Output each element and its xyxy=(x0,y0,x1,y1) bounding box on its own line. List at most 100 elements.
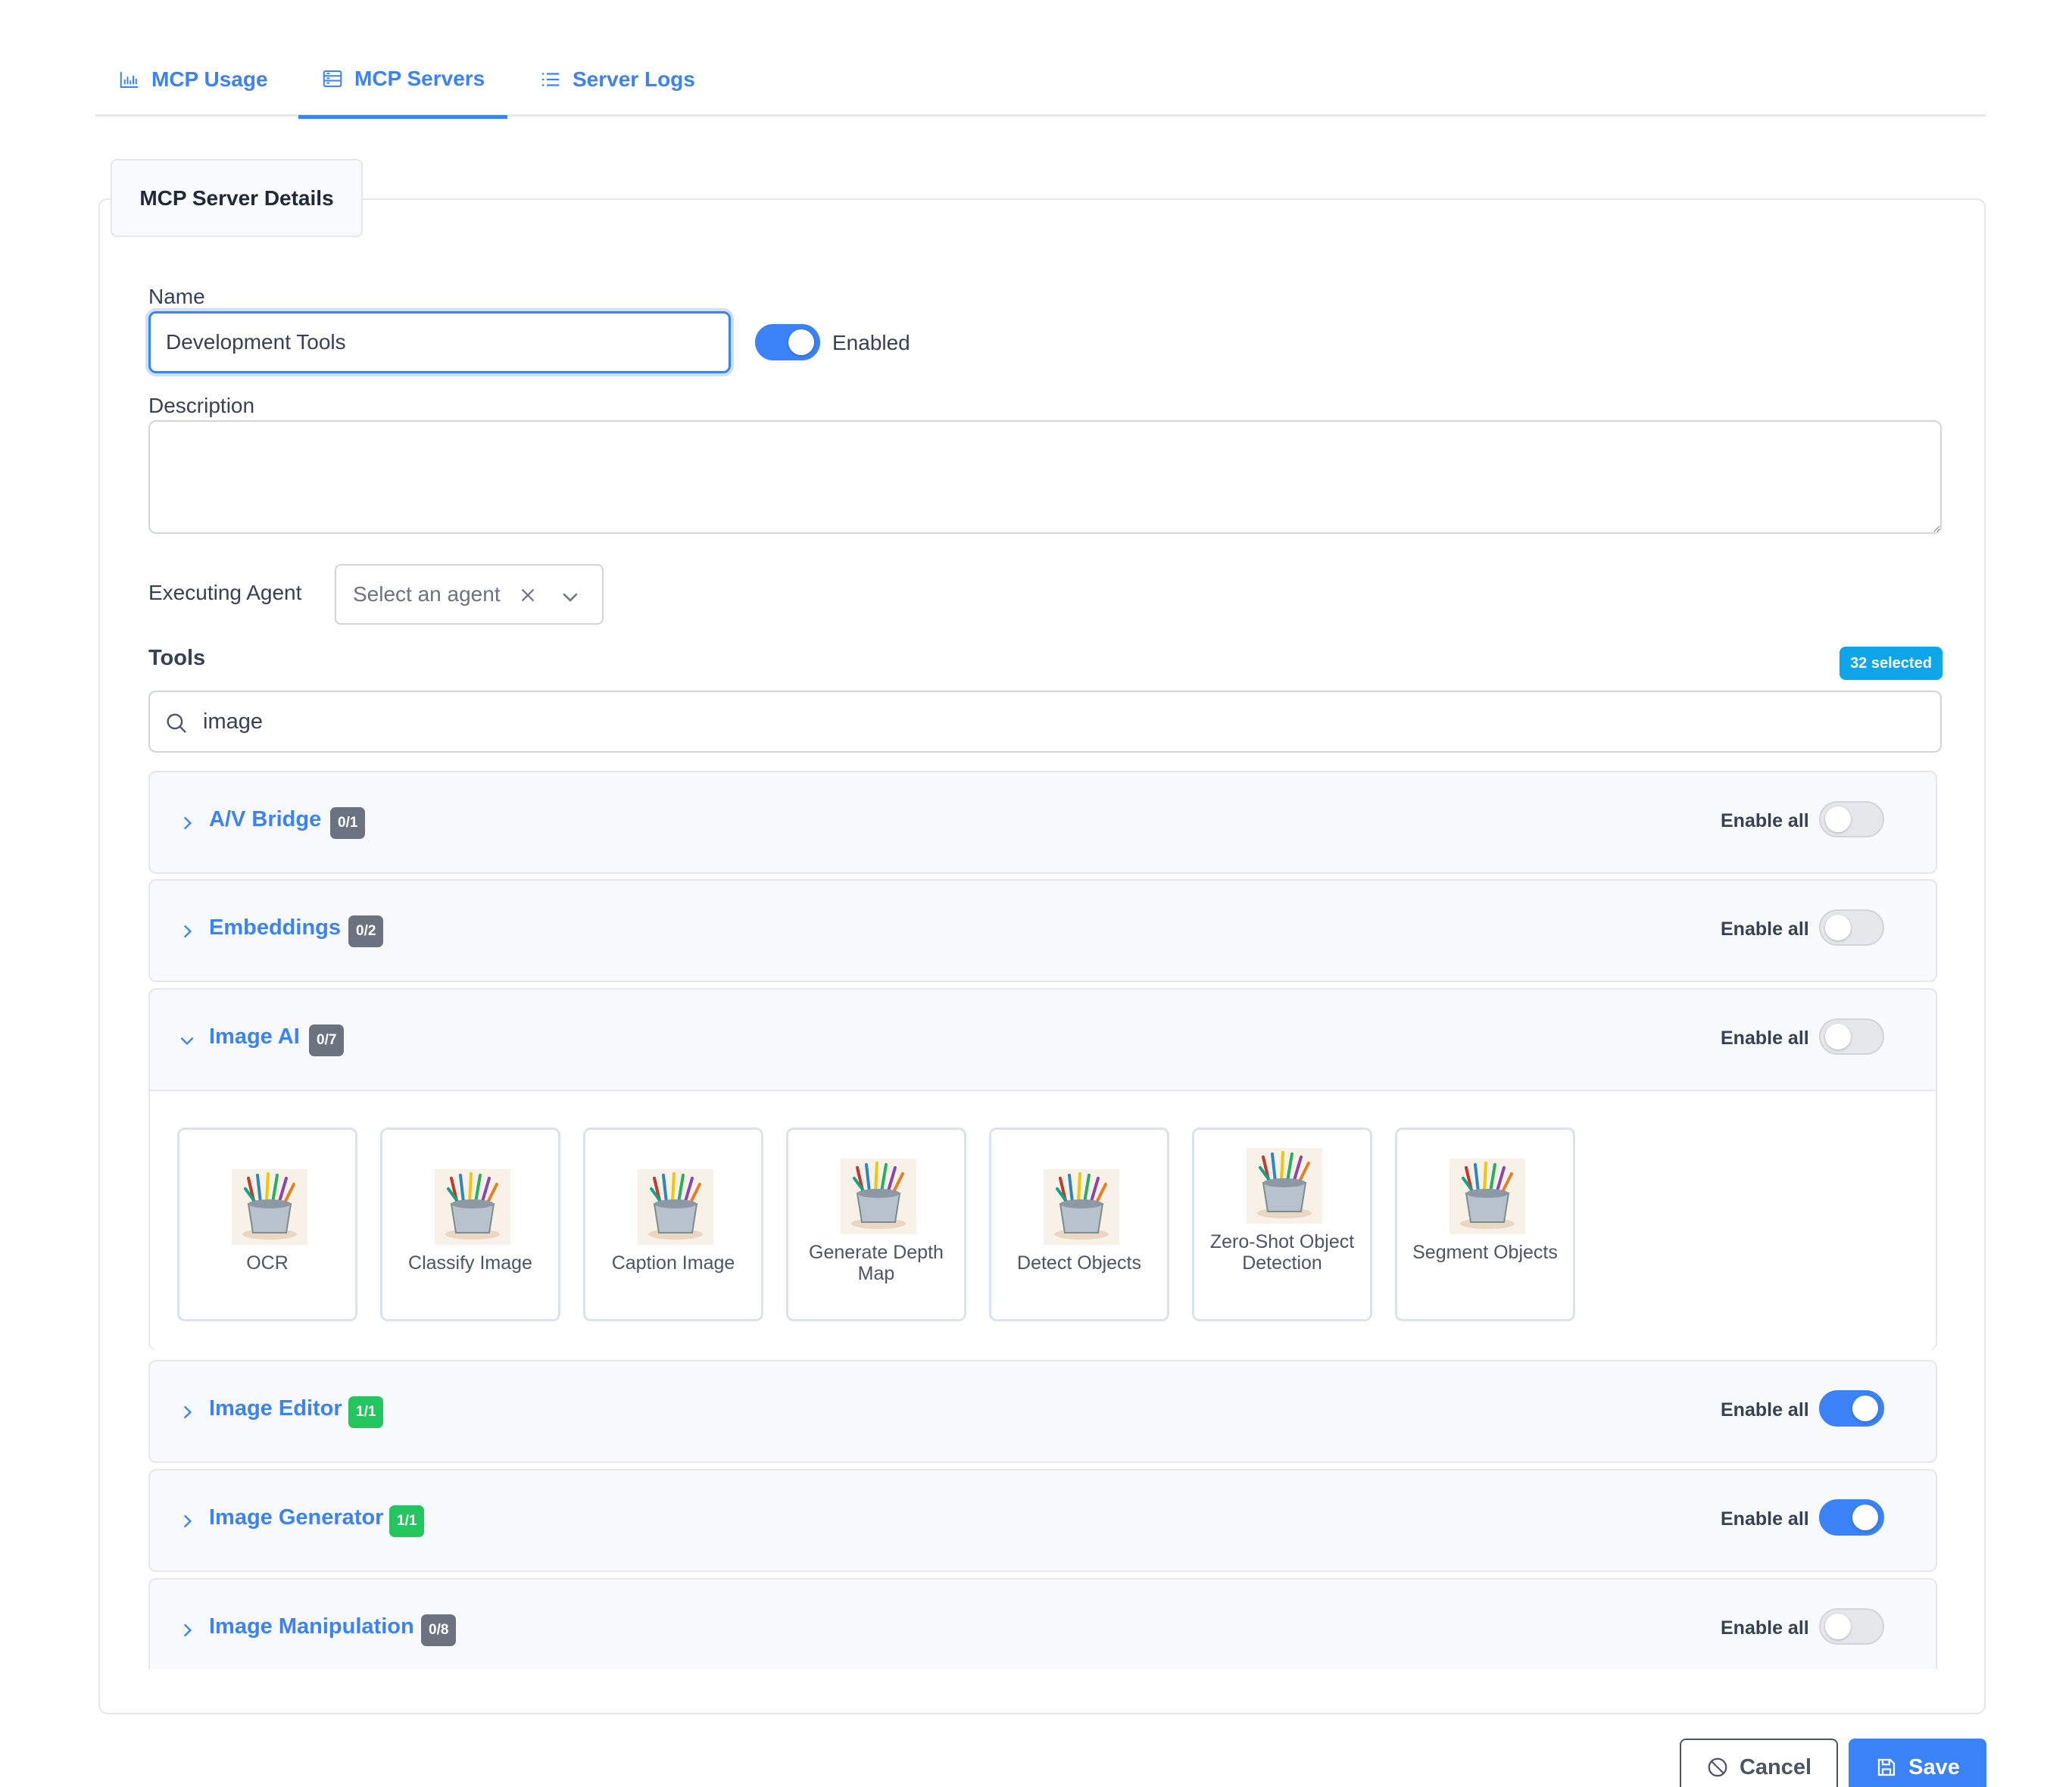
group-title[interactable]: Image Editor xyxy=(209,1396,342,1421)
cancel-button[interactable]: Cancel xyxy=(1680,1739,1838,1787)
tool-group-av-bridge: A/V Bridge 0/1 Enable all xyxy=(148,771,1937,874)
agent-select[interactable]: Select an agent xyxy=(335,564,604,625)
chevron-right-icon[interactable] xyxy=(177,1402,197,1422)
enable-all-label: Enable all xyxy=(1721,918,1809,940)
toggle-knob xyxy=(1825,1614,1851,1639)
enable-all-label: Enable all xyxy=(1721,810,1809,831)
group-count-badge: 0/2 xyxy=(348,915,384,947)
chevron-down-icon[interactable] xyxy=(559,585,582,608)
enabled-label: Enabled xyxy=(832,331,910,354)
enable-all-label: Enable all xyxy=(1721,1508,1809,1530)
toggle-knob xyxy=(788,329,814,355)
enable-all-toggle[interactable] xyxy=(1819,1608,1884,1645)
enable-all-label: Enable all xyxy=(1721,1399,1809,1421)
chevron-right-icon[interactable] xyxy=(177,813,197,833)
description-label: Description xyxy=(148,394,255,417)
group-title[interactable]: Image Manipulation xyxy=(209,1614,414,1639)
tool-card-detect-objects[interactable]: Detect Objects xyxy=(989,1127,1169,1321)
enable-all-toggle[interactable] xyxy=(1819,909,1884,946)
agent-placeholder: Select an agent xyxy=(353,582,501,606)
tool-group-image-generator: Image Generator 1/1 Enable all xyxy=(148,1469,1937,1572)
toggle-knob xyxy=(1852,1505,1878,1530)
paint-bucket-icon xyxy=(638,1169,713,1245)
group-title[interactable]: A/V Bridge xyxy=(209,807,321,832)
enable-all-label: Enable all xyxy=(1721,1617,1809,1639)
tool-label: Classify Image xyxy=(408,1252,532,1274)
group-header[interactable]: Embeddings 0/2 Enable all xyxy=(150,881,1936,981)
name-label: Name xyxy=(148,285,205,308)
tool-label: Generate Depth Map xyxy=(809,1242,944,1284)
chevron-right-icon[interactable] xyxy=(177,1620,197,1640)
tool-card-generate-depth-map[interactable]: Generate Depth Map xyxy=(786,1127,966,1321)
toggle-knob xyxy=(1825,1024,1851,1049)
tool-card-caption-image[interactable]: Caption Image xyxy=(583,1127,763,1321)
tab-label: MCP Usage xyxy=(151,67,268,91)
enable-all-toggle[interactable] xyxy=(1819,1390,1884,1427)
group-tools-grid: OCR Classify Image Caption Image Generat… xyxy=(150,1090,1936,1350)
tool-label: Segment Objects xyxy=(1412,1242,1558,1263)
group-title[interactable]: Image AI xyxy=(209,1024,300,1049)
toggle-knob xyxy=(1825,806,1851,832)
chevron-right-icon[interactable] xyxy=(177,1511,197,1531)
clear-icon[interactable] xyxy=(516,584,539,607)
paint-bucket-icon xyxy=(232,1169,307,1245)
tool-label: OCR xyxy=(246,1252,289,1274)
group-count-badge: 1/1 xyxy=(389,1505,425,1537)
enabled-toggle[interactable] xyxy=(755,324,820,360)
tool-group-image-manipulation: Image Manipulation 0/8 Enable all xyxy=(148,1578,1937,1669)
tool-label: Zero-Shot Object Detection xyxy=(1209,1231,1355,1274)
selected-count-badge: 32 selected xyxy=(1840,647,1942,680)
save-icon xyxy=(1878,1758,1896,1776)
save-label: Save xyxy=(1908,1754,1960,1779)
group-count-badge: 0/8 xyxy=(421,1614,457,1646)
tool-label: Caption Image xyxy=(611,1252,735,1274)
group-count-badge: 1/1 xyxy=(348,1396,384,1428)
group-title[interactable]: Image Generator xyxy=(209,1505,383,1530)
tab-mcp-servers[interactable]: MCP Servers xyxy=(298,42,508,119)
group-header[interactable]: Image Manipulation 0/8 Enable all xyxy=(150,1580,1936,1669)
save-button[interactable]: Save xyxy=(1849,1739,1986,1787)
tool-group-image-editor: Image Editor 1/1 Enable all xyxy=(148,1360,1937,1463)
tool-group-list: A/V Bridge 0/1 Enable all Embeddings 0/2… xyxy=(148,771,1942,1669)
paint-bucket-icon xyxy=(1449,1159,1525,1234)
tab-server-logs[interactable]: Server Logs xyxy=(516,42,718,117)
tool-card-ocr[interactable]: OCR xyxy=(177,1127,357,1321)
tool-label: Detect Objects xyxy=(1017,1252,1141,1274)
tools-label: Tools xyxy=(148,646,206,670)
tool-card-classify-image[interactable]: Classify Image xyxy=(380,1127,560,1321)
tool-group-embeddings: Embeddings 0/2 Enable all xyxy=(148,879,1937,982)
group-header[interactable]: Image Editor 1/1 Enable all xyxy=(150,1361,1936,1461)
group-header[interactable]: A/V Bridge 0/1 Enable all xyxy=(150,772,1936,872)
paint-bucket-icon xyxy=(435,1169,510,1245)
chevron-down-icon[interactable] xyxy=(177,1031,197,1050)
search-icon xyxy=(167,713,186,733)
group-title[interactable]: Embeddings xyxy=(209,915,341,940)
group-header[interactable]: Image AI 0/7 Enable all xyxy=(150,990,1936,1090)
ban-icon xyxy=(1708,1757,1727,1777)
group-header[interactable]: Image Generator 1/1 Enable all xyxy=(150,1470,1936,1570)
group-count-badge: 0/7 xyxy=(309,1024,345,1056)
enable-all-toggle[interactable] xyxy=(1819,1499,1884,1536)
description-textarea[interactable] xyxy=(148,420,1942,534)
card-title: MCP Server Details xyxy=(111,159,363,237)
list-icon xyxy=(541,73,560,86)
tools-search xyxy=(148,691,1942,753)
bar-chart-icon xyxy=(120,72,139,88)
enable-all-toggle[interactable] xyxy=(1819,1018,1884,1055)
search-input[interactable] xyxy=(203,703,1869,741)
tool-card-segment-objects[interactable]: Segment Objects xyxy=(1395,1127,1575,1321)
tool-group-image-ai: Image AI 0/7 Enable all OCR Classify Ima… xyxy=(148,988,1937,1350)
tab-label: Server Logs xyxy=(573,67,695,91)
server-icon xyxy=(323,70,342,87)
tool-card-zero-shot-object-detection[interactable]: Zero-Shot Object Detection xyxy=(1192,1127,1372,1321)
name-input[interactable] xyxy=(148,311,731,373)
chevron-right-icon[interactable] xyxy=(177,922,197,941)
toggle-knob xyxy=(1825,915,1851,940)
enable-all-toggle[interactable] xyxy=(1819,801,1884,837)
cancel-label: Cancel xyxy=(1739,1754,1812,1779)
paint-bucket-icon xyxy=(1247,1148,1322,1224)
tab-mcp-usage[interactable]: MCP Usage xyxy=(95,42,291,117)
executing-agent-label: Executing Agent xyxy=(148,581,302,604)
paint-bucket-icon xyxy=(1044,1169,1119,1245)
tab-bar: MCP Usage MCP Servers Server Logs xyxy=(95,42,1986,119)
